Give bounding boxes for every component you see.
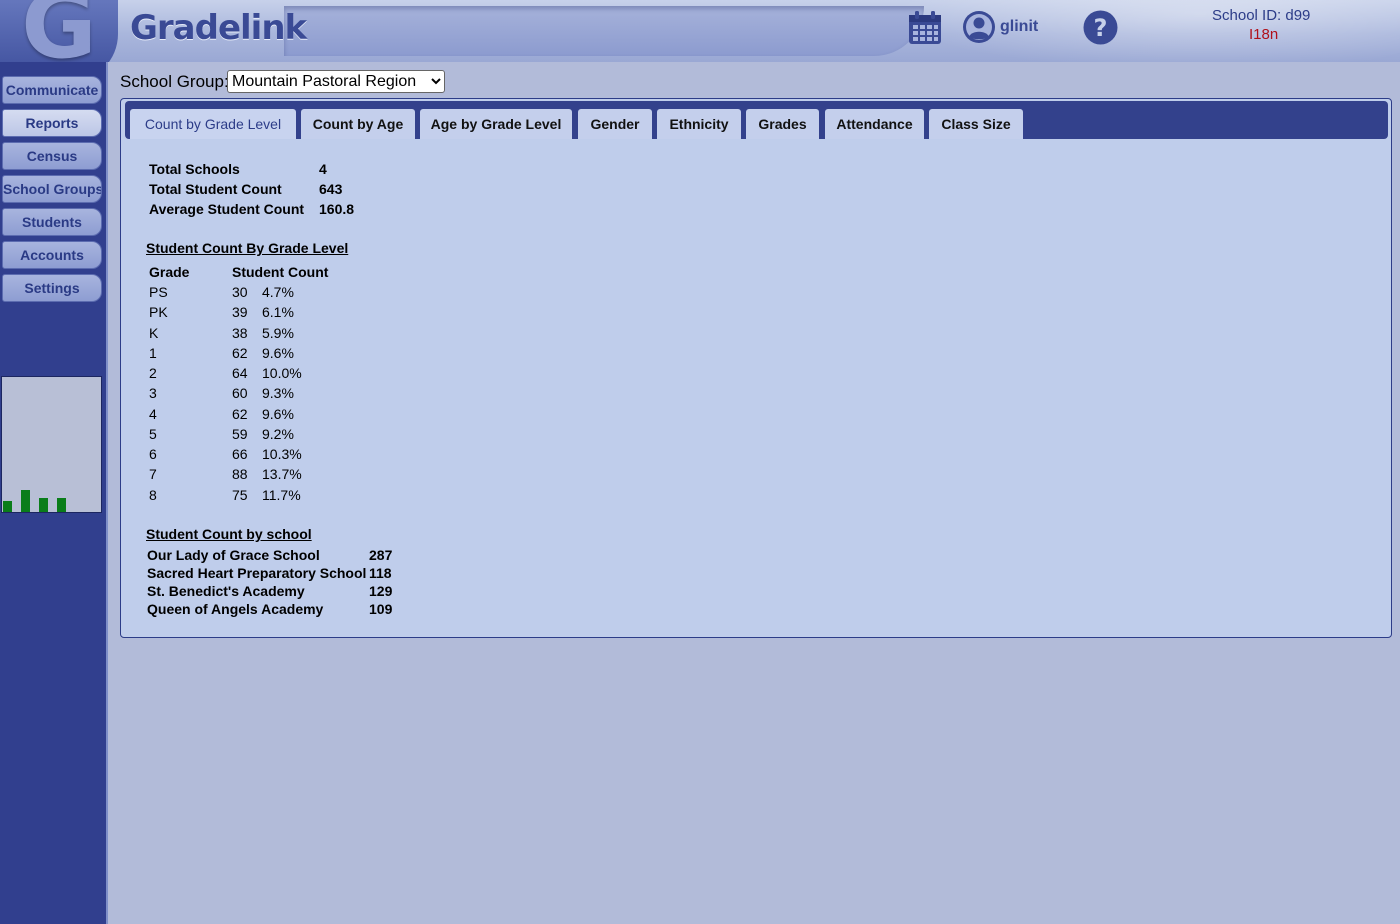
tab-count-by-age[interactable]: Count by Age xyxy=(301,109,415,139)
school-row-name: St. Benedict's Academy xyxy=(147,583,305,599)
grade-row-grade: 8 xyxy=(149,486,157,503)
grade-row-pct: 13.7% xyxy=(262,466,302,483)
app-title: Gradelink xyxy=(130,8,307,48)
nav-accounts[interactable]: Accounts xyxy=(2,241,102,269)
nav-census[interactable]: Census xyxy=(2,142,102,170)
grade-row-count: 75 xyxy=(232,486,248,503)
count-column-header: Student Count xyxy=(232,264,329,280)
grade-row-count: 38 xyxy=(232,324,248,341)
grade-row-grade: 5 xyxy=(149,425,157,442)
grade-row-pct: 5.9% xyxy=(262,324,294,341)
summary-label: Average Student Count xyxy=(149,201,305,217)
school-id-text: School ID: d99 xyxy=(1212,7,1311,24)
tab-age-by-grade-level[interactable]: Age by Grade Level xyxy=(420,109,572,139)
grade-row-pct: 9.2% xyxy=(262,425,294,442)
report-tab-bar: Count by Grade Level Count by Age Age by… xyxy=(125,101,1388,139)
school-row-count: 287 xyxy=(369,547,393,563)
grade-row-grade: PK xyxy=(149,304,168,321)
nav-communicate[interactable]: Communicate xyxy=(2,76,102,104)
summary-value: 643 xyxy=(319,181,343,197)
mini-chart-bar xyxy=(21,490,30,512)
grade-row-count: 30 xyxy=(232,284,248,300)
nav-students[interactable]: Students xyxy=(2,208,102,236)
school-row-name: Our Lady of Grace School xyxy=(147,547,320,563)
app-header: G Gradelink glinit ? School ID: d99 I18n xyxy=(0,0,1400,62)
school-section-title: Student Count by school xyxy=(146,526,312,542)
grade-row-count: 60 xyxy=(232,385,248,402)
calendar-icon[interactable] xyxy=(907,10,943,46)
grade-row-grade: 6 xyxy=(149,446,157,462)
grade-section-title: Student Count By Grade Level xyxy=(146,240,349,256)
school-row-name: Sacred Heart Preparatory School xyxy=(147,565,367,581)
locale-link[interactable]: I18n xyxy=(1249,26,1278,43)
grade-row-pct: 6.1% xyxy=(262,304,294,321)
grade-row-grade: 4 xyxy=(149,405,157,422)
activity-mini-chart xyxy=(1,376,102,513)
grade-row-count: 64 xyxy=(232,365,248,381)
tab-attendance[interactable]: Attendance xyxy=(825,109,924,139)
username-link[interactable]: glinit xyxy=(1000,18,1038,36)
tab-gender[interactable]: Gender xyxy=(578,109,652,139)
grade-row-pct: 9.6% xyxy=(262,344,294,361)
grade-row-pct: 9.6% xyxy=(262,405,294,422)
summary-label: Total Schools xyxy=(149,161,240,177)
school-group-select[interactable]: Mountain Pastoral Region xyxy=(227,70,445,93)
grade-row-grade: PS xyxy=(149,284,168,300)
grade-row-count: 66 xyxy=(232,446,248,462)
grade-column-header: Grade xyxy=(149,264,190,280)
tab-grades[interactable]: Grades xyxy=(746,109,819,139)
report-panel: Count by Grade Level Count by Age Age by… xyxy=(120,98,1392,638)
summary-value: 4 xyxy=(319,161,327,177)
nav-reports[interactable]: Reports xyxy=(2,109,102,137)
tab-count-by-grade-level[interactable]: Count by Grade Level xyxy=(130,109,296,139)
help-icon[interactable]: ? xyxy=(1083,10,1118,45)
grade-row-count: 62 xyxy=(232,344,248,361)
tab-class-size[interactable]: Class Size xyxy=(929,109,1023,139)
mini-chart-bar xyxy=(3,501,12,512)
mini-chart-bar xyxy=(39,498,48,512)
logo-badge: G xyxy=(0,0,118,62)
school-row-name: Queen of Angels Academy xyxy=(147,601,324,617)
grade-row-count: 62 xyxy=(232,405,248,422)
user-account-icon[interactable] xyxy=(962,10,996,44)
grade-row-grade: 7 xyxy=(149,466,157,483)
summary-label: Total Student Count xyxy=(149,181,282,197)
summary-value: 160.8 xyxy=(319,201,355,217)
nav-school-groups[interactable]: School Groups xyxy=(2,175,102,203)
grade-row-count: 39 xyxy=(232,304,248,321)
grade-row-grade: 3 xyxy=(149,385,157,402)
grade-row-pct: 10.0% xyxy=(262,365,302,381)
nav-settings[interactable]: Settings xyxy=(2,274,102,302)
grade-row-count: 88 xyxy=(232,466,248,483)
grade-row-pct: 10.3% xyxy=(262,446,302,462)
grade-row-count: 59 xyxy=(232,425,248,442)
school-group-label: School Group: xyxy=(120,72,229,91)
logo-letter: G xyxy=(21,0,97,62)
school-row-count: 129 xyxy=(369,583,393,599)
school-row-count: 109 xyxy=(369,601,393,617)
school-row-count: 118 xyxy=(369,565,392,581)
tab-ethnicity[interactable]: Ethnicity xyxy=(657,109,741,139)
grade-row-pct: 11.7% xyxy=(262,486,301,503)
svg-text:?: ? xyxy=(1094,14,1108,42)
header-bar xyxy=(284,6,924,56)
mini-chart-bar xyxy=(57,498,66,512)
grade-row-grade: K xyxy=(149,324,159,341)
grade-row-pct: 4.7% xyxy=(262,284,294,300)
grade-row-grade: 1 xyxy=(149,344,157,361)
grade-row-grade: 2 xyxy=(149,365,157,381)
grade-row-pct: 9.3% xyxy=(262,385,294,402)
